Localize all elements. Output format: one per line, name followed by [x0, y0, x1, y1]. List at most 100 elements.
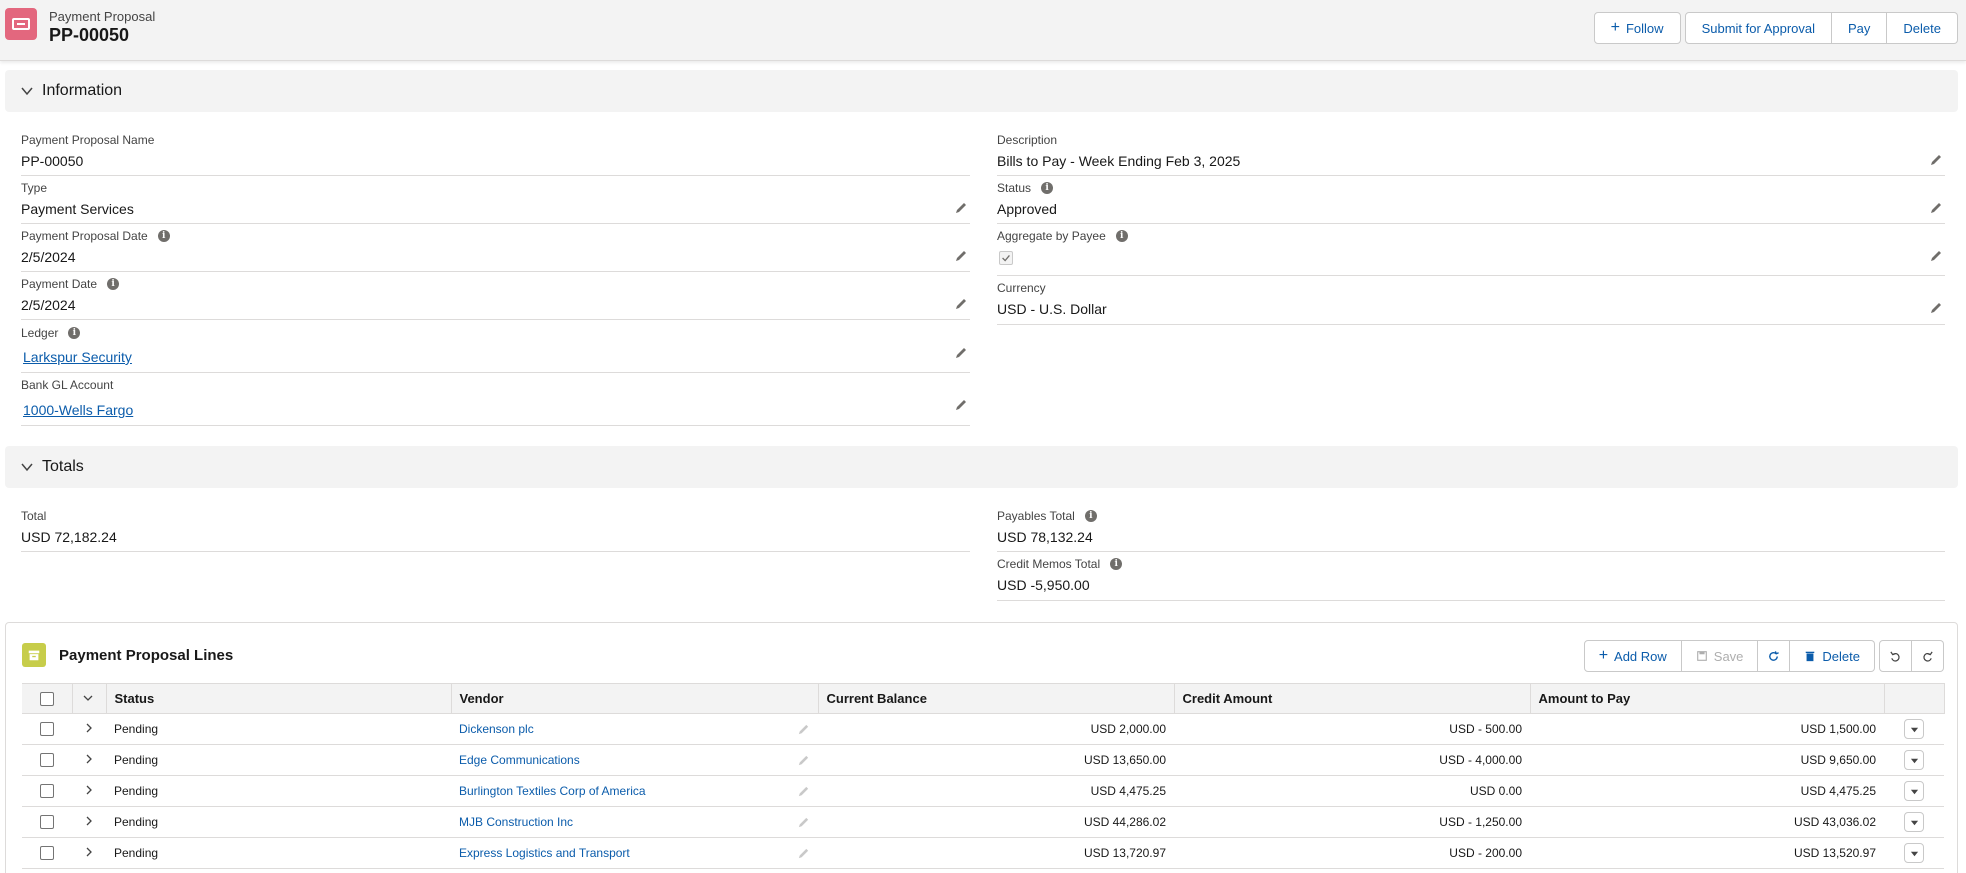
select-all-checkbox[interactable]: [39, 692, 54, 707]
row-checkbox[interactable]: [40, 784, 54, 799]
row-action-menu-button[interactable]: [1904, 812, 1924, 832]
redo-button[interactable]: [1912, 640, 1944, 672]
save-button[interactable]: Save: [1681, 640, 1759, 672]
field-label: Payment Proposal Name: [21, 133, 155, 147]
totals-section-toggle[interactable]: Totals: [5, 446, 1958, 488]
chevron-right-icon[interactable]: [84, 785, 94, 795]
current-balance-cell: USD 13,650.00: [818, 744, 1174, 776]
edit-pencil-icon[interactable]: [1929, 201, 1943, 215]
edit-pencil-icon[interactable]: [797, 723, 810, 736]
column-header-vendor[interactable]: Vendor: [451, 683, 819, 714]
column-header-credit-amount[interactable]: Credit Amount: [1174, 683, 1531, 714]
lines-table: Status Vendor Current Balance Credit Amo…: [22, 683, 1945, 869]
info-icon[interactable]: i: [1110, 558, 1123, 570]
row-checkbox[interactable]: [40, 846, 54, 861]
field-type: Type Payment Services: [21, 177, 970, 224]
add-row-button[interactable]: + Add Row: [1583, 640, 1682, 672]
chevron-right-icon[interactable]: [84, 816, 94, 826]
column-header-current-balance[interactable]: Current Balance: [818, 683, 1175, 714]
trash-icon: [1806, 651, 1815, 662]
field-label: Payment Date i: [21, 277, 120, 291]
info-icon[interactable]: i: [157, 230, 170, 242]
row-actions-cell: [1884, 713, 1944, 745]
edit-pencil-icon[interactable]: [1929, 249, 1943, 263]
credit-amount-cell: USD - 200.00: [1174, 837, 1530, 869]
vendor-link[interactable]: Edge Communications: [459, 753, 580, 767]
ledger-link[interactable]: Larkspur Security: [23, 349, 132, 365]
refresh-icon: [1769, 650, 1780, 661]
delete-lines-button[interactable]: Delete: [1790, 640, 1875, 672]
follow-button[interactable]: + Follow: [1593, 12, 1681, 44]
row-action-menu-button[interactable]: [1904, 781, 1924, 801]
edit-pencil-icon[interactable]: [797, 847, 810, 860]
field-label: Aggregate by Payee i: [997, 229, 1128, 243]
plus-icon: +: [1598, 647, 1609, 664]
chevron-down-icon[interactable]: [83, 693, 93, 703]
edit-pencil-icon[interactable]: [954, 249, 968, 263]
field-payment-proposal-name: Payment Proposal Name PP-00050: [21, 129, 970, 176]
card-title: Payment Proposal Lines: [59, 647, 234, 664]
edit-pencil-icon[interactable]: [1929, 301, 1943, 315]
row-action-menu-button[interactable]: [1904, 843, 1924, 863]
chevron-right-icon[interactable]: [84, 847, 94, 857]
row-checkbox[interactable]: [40, 722, 54, 737]
section-title: Information: [42, 82, 123, 99]
bank-gl-account-link[interactable]: 1000-Wells Fargo: [23, 402, 133, 418]
table-row: Pending Dickenson plc USD 2,000.00 USD -…: [22, 713, 1944, 745]
vendor-link[interactable]: Express Logistics and Transport: [459, 846, 630, 860]
row-expand-cell: [72, 713, 106, 745]
redo-icon: [1923, 651, 1933, 662]
vendor-link[interactable]: Burlington Textiles Corp of America: [459, 784, 646, 798]
row-checkbox[interactable]: [40, 815, 54, 830]
chevron-right-icon[interactable]: [84, 754, 94, 764]
edit-pencil-icon[interactable]: [797, 785, 810, 798]
chevron-right-icon[interactable]: [84, 723, 94, 733]
info-icon[interactable]: i: [1041, 182, 1054, 194]
field-label: Type: [21, 181, 48, 195]
info-icon[interactable]: i: [1084, 510, 1097, 522]
field-currency: Currency USD - U.S. Dollar: [997, 277, 1945, 325]
field-ledger: Ledger i Larkspur Security: [21, 322, 970, 373]
field-value: PP-00050: [21, 153, 84, 169]
delete-button[interactable]: Delete: [1887, 12, 1958, 44]
pay-button[interactable]: Pay: [1832, 12, 1888, 44]
chevron-down-icon: [21, 87, 33, 96]
edit-pencil-icon[interactable]: [954, 346, 968, 360]
row-action-menu-button[interactable]: [1904, 750, 1924, 770]
edit-pencil-icon[interactable]: [954, 201, 968, 215]
field-value: 2/5/2024: [21, 249, 76, 265]
undo-button[interactable]: [1879, 640, 1912, 672]
info-icon[interactable]: i: [1115, 230, 1128, 242]
edit-pencil-icon[interactable]: [954, 398, 968, 412]
edit-pencil-icon[interactable]: [1929, 153, 1943, 167]
status-cell: Pending: [106, 713, 451, 745]
header-actions: + Follow Submit for Approval Pay Delete: [1593, 12, 1958, 44]
amount-to-pay-cell: USD 9,650.00: [1530, 744, 1884, 776]
submit-for-approval-button[interactable]: Submit for Approval: [1684, 12, 1833, 44]
refresh-button[interactable]: [1758, 640, 1791, 672]
credit-amount-cell: USD - 4,000.00: [1174, 744, 1530, 776]
field-payables-total: Payables Total i USD 78,132.24: [997, 505, 1945, 552]
information-section-toggle[interactable]: Information: [5, 70, 1958, 112]
select-all-cell: [22, 683, 73, 714]
vendor-link[interactable]: MJB Construction Inc: [459, 815, 573, 829]
plus-icon: +: [1610, 19, 1620, 36]
vendor-link[interactable]: Dickenson plc: [459, 722, 534, 736]
vendor-cell: Burlington Textiles Corp of America: [451, 775, 818, 807]
chevron-down-icon: [1910, 727, 1918, 732]
info-icon[interactable]: i: [107, 278, 120, 290]
credit-amount-cell: USD 0.00: [1174, 775, 1530, 807]
field-value: USD 78,132.24: [997, 529, 1093, 545]
edit-pencil-icon[interactable]: [797, 754, 810, 767]
row-checkbox[interactable]: [40, 753, 54, 768]
field-value: Bills to Pay - Week Ending Feb 3, 2025: [997, 153, 1241, 169]
checkmark-icon: [1002, 255, 1010, 262]
edit-pencil-icon[interactable]: [797, 816, 810, 829]
amount-to-pay-cell: USD 13,520.97: [1530, 837, 1884, 869]
edit-pencil-icon[interactable]: [954, 297, 968, 311]
info-icon[interactable]: i: [68, 327, 81, 339]
column-header-amount-to-pay[interactable]: Amount to Pay: [1530, 683, 1885, 714]
row-action-menu-button[interactable]: [1904, 719, 1924, 739]
column-header-status[interactable]: Status: [106, 683, 452, 714]
row-actions-cell: [1884, 837, 1944, 869]
